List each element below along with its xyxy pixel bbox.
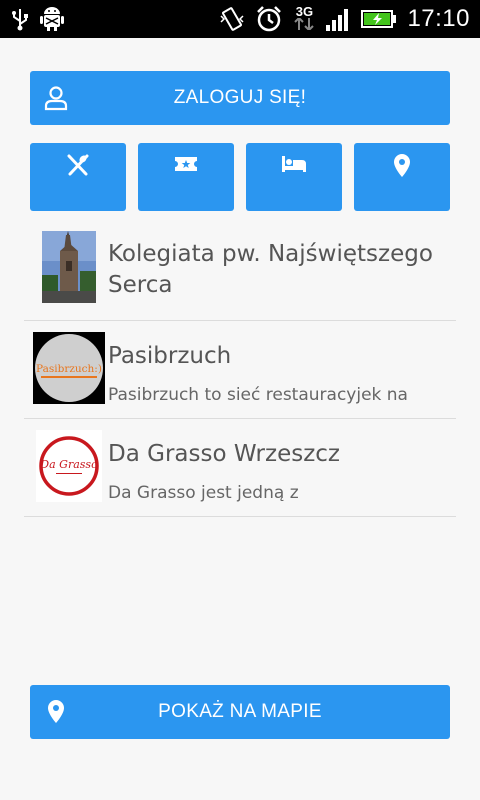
network-type-indicator: 3G <box>293 5 315 32</box>
list-item[interactable]: Pasibrzuch:) Pasibrzuch Pasibrzuch to si… <box>24 321 456 419</box>
status-bar: 3G 17:10 <box>0 0 480 38</box>
category-hotels-button[interactable] <box>246 143 342 211</box>
svg-text:Pasibrzuch:): Pasibrzuch:) <box>36 363 102 375</box>
place-photo <box>42 231 96 303</box>
list-item[interactable]: Kolegiata pw. Najświętszego Serca <box>24 223 456 321</box>
user-icon <box>44 85 68 111</box>
show-on-map-button[interactable]: POKAŻ NA MAPIE <box>30 685 450 739</box>
map-pin-icon <box>392 153 412 179</box>
login-button-label: ZALOGUJ SIĘ! <box>173 87 307 108</box>
bed-icon <box>280 153 308 175</box>
ticket-icon <box>173 153 199 175</box>
place-logo: Da Grasso <box>36 430 102 502</box>
login-button[interactable]: ZALOGUJ SIĘ! <box>30 71 450 125</box>
signal-icon <box>325 7 351 31</box>
main-content: ZALOGUJ SIĘ! Kolegiata pw. Najświętszego… <box>0 38 480 800</box>
alarm-icon <box>255 5 283 33</box>
place-title: Kolegiata pw. Najświętszego Serca <box>108 241 433 298</box>
category-events-button[interactable] <box>138 143 234 211</box>
vibrate-icon <box>219 6 245 32</box>
place-title: Da Grasso Wrzeszcz <box>108 441 340 467</box>
map-pin-icon <box>46 699 66 725</box>
place-title: Pasibrzuch <box>108 343 232 369</box>
place-description: Da Grasso jest jedną z <box>108 483 299 503</box>
category-places-button[interactable] <box>354 143 450 211</box>
place-description: Pasibrzuch to sieć restauracyjek na <box>108 385 408 405</box>
places-list: Kolegiata pw. Najświętszego Serca Pasibr… <box>24 223 456 517</box>
category-food-button[interactable] <box>30 143 126 211</box>
svg-text:Da Grasso: Da Grasso <box>39 458 98 471</box>
list-item[interactable]: Da Grasso Da Grasso Wrzeszcz Da Grasso j… <box>24 419 456 517</box>
show-on-map-label: POKAŻ NA MAPIE <box>158 701 322 722</box>
place-logo: Pasibrzuch:) <box>33 332 105 404</box>
clock: 17:10 <box>407 5 470 32</box>
fork-knife-icon <box>66 153 90 177</box>
android-debug-icon <box>40 6 64 32</box>
usb-icon <box>10 7 30 31</box>
battery-charging-icon <box>361 9 397 29</box>
